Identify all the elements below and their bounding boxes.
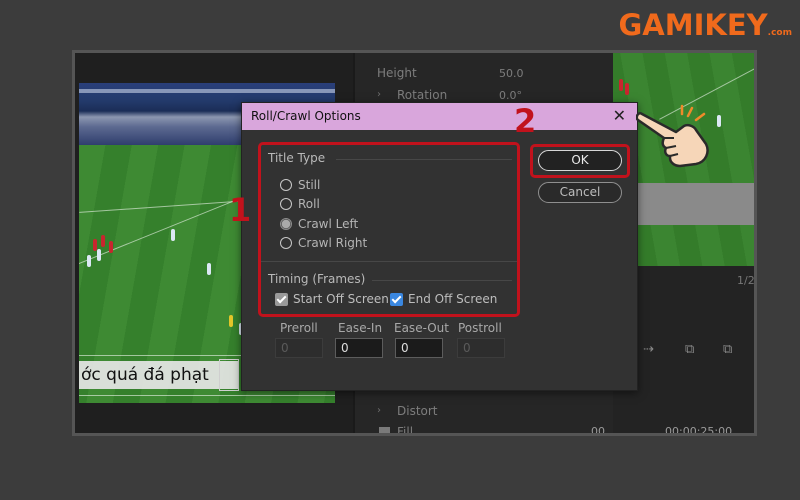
cancel-button[interactable]: Cancel — [538, 182, 622, 203]
highlight-box-ok — [530, 144, 630, 178]
extract-icon[interactable]: ⧉ — [723, 342, 732, 357]
timecode-left: 00 — [591, 425, 605, 436]
close-icon[interactable]: ✕ — [613, 106, 626, 125]
preroll-label: Preroll — [280, 321, 318, 335]
step-2-label: 2 — [514, 102, 537, 140]
fx-height-value[interactable]: 50.0 — [499, 67, 524, 80]
preroll-input[interactable]: 0 — [275, 338, 323, 358]
ease-in-input[interactable]: 0 — [335, 338, 383, 358]
ease-in-label: Ease-In — [338, 321, 383, 335]
fx-rotation-label: Rotation — [397, 88, 448, 102]
fx-height-label: Height — [377, 66, 417, 80]
logo-brand: GAMIKEY — [618, 8, 768, 42]
fx-fill-label: Fill — [397, 425, 414, 436]
lift-icon[interactable]: ⧉ — [685, 342, 694, 357]
dialog-title-bar[interactable]: Roll/Crawl Options ✕ — [242, 103, 637, 130]
insert-icon[interactable]: ⇢ — [643, 342, 654, 357]
postroll-input[interactable]: 0 — [457, 338, 505, 358]
expand-arrow-icon[interactable]: › — [377, 405, 381, 416]
dialog-title: Roll/Crawl Options — [251, 109, 361, 123]
selection-handle[interactable] — [219, 359, 239, 391]
step-1-label: 1 — [229, 191, 252, 229]
title-caption: ớc quá đá phạt — [79, 361, 239, 389]
pointing-hand-icon — [636, 104, 709, 168]
postroll-label: Postroll — [458, 321, 502, 335]
timecode-right: 00:00:25:00 — [665, 425, 733, 436]
zoom-label[interactable]: 1/2 — [737, 274, 754, 287]
fx-checkbox[interactable] — [379, 427, 390, 433]
gamikey-logo: GAMIKEY.com — [618, 8, 792, 42]
ease-out-input[interactable]: 0 — [395, 338, 443, 358]
expand-arrow-icon[interactable]: › — [377, 89, 381, 100]
fx-rotation-value[interactable]: 0.0° — [499, 89, 522, 102]
roll-crawl-dialog: Roll/Crawl Options ✕ Title Type Still Ro… — [241, 102, 638, 391]
fx-distort-label: Distort — [397, 404, 438, 418]
ease-out-label: Ease-Out — [394, 321, 449, 335]
highlight-box-options — [258, 142, 520, 317]
logo-suffix: .com — [767, 28, 792, 38]
